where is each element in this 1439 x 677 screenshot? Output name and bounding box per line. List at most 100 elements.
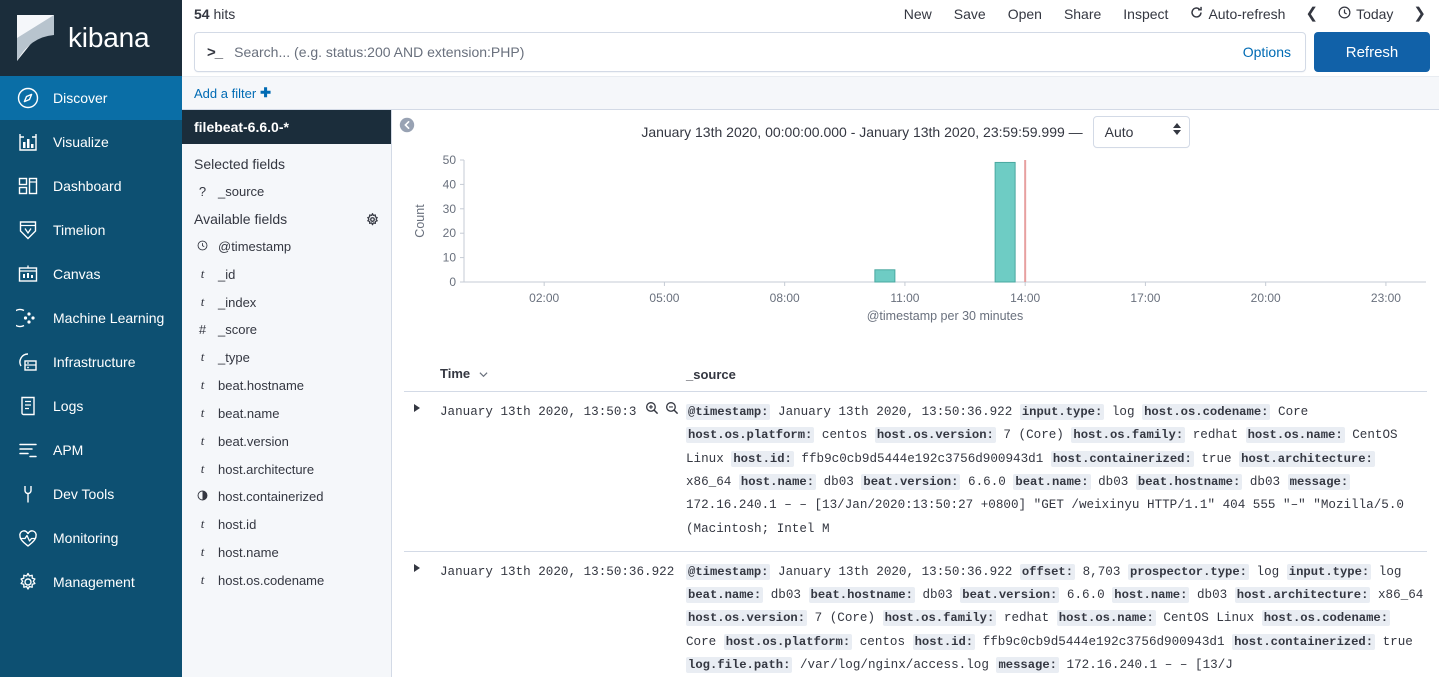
logs-icon: [16, 394, 40, 418]
sidebar-item-canvas[interactable]: Canvas: [0, 252, 182, 296]
zoom-out-icon[interactable]: [665, 401, 679, 415]
field-type-boolean-icon: [196, 489, 209, 504]
source-field-key: host.os.platform:: [686, 427, 815, 444]
field-item-index[interactable]: t _index: [182, 288, 391, 316]
plus-icon: ✚: [260, 85, 272, 100]
options-button[interactable]: Options: [1235, 44, 1299, 60]
field-item-timestamp[interactable]: @timestamp: [182, 233, 391, 260]
field-item-host-containerized[interactable]: host.containerized: [182, 483, 391, 510]
add-filter-button[interactable]: Add a filter ✚: [194, 85, 271, 101]
sidebar-item-management[interactable]: Management: [0, 560, 182, 604]
histogram-bar[interactable]: [994, 161, 1016, 283]
sidebar-item-monitoring[interactable]: Monitoring: [0, 516, 182, 560]
field-item-host-id[interactable]: t host.id: [182, 510, 391, 538]
sidebar-item-discover[interactable]: Discover: [0, 76, 182, 120]
cell-source: @timestamp: January 13th 2020, 13:50:36.…: [680, 551, 1427, 677]
top-menu-new[interactable]: New: [893, 0, 943, 28]
field-type-string-icon: t: [200, 349, 205, 364]
sidebar-item-timelion[interactable]: Timelion: [0, 208, 182, 252]
source-field-key: host.name:: [738, 473, 817, 490]
field-item-score[interactable]: # _score: [182, 316, 391, 343]
kibana-app: kibana Discover Visualize Dashboard Time…: [0, 0, 1439, 677]
source-field-key: host.os.platform:: [723, 633, 853, 650]
field-type-date-icon: [196, 239, 209, 254]
field-list-scroll[interactable]: Selected fields ? _source Available fiel…: [182, 144, 391, 677]
source-summary: @timestamp: January 13th 2020, 13:50:36.…: [686, 563, 1423, 674]
collapse-left-icon[interactable]: [399, 117, 415, 133]
field-item-type[interactable]: t _type: [182, 343, 391, 371]
filter-bar: Add a filter ✚: [182, 76, 1439, 110]
sidebar-item-logs[interactable]: Logs: [0, 384, 182, 428]
caret-right-icon[interactable]: [414, 404, 420, 413]
source-field-key: host.id:: [731, 450, 794, 467]
histogram-bar[interactable]: [874, 269, 896, 283]
time-next-button[interactable]: ❯: [1404, 0, 1435, 28]
column-header-source[interactable]: _source: [680, 358, 1427, 393]
svg-text:17:00: 17:00: [1130, 291, 1160, 305]
search-box[interactable]: >_ Options: [194, 32, 1306, 72]
field-item-id[interactable]: t _id: [182, 260, 391, 288]
source-field-key: beat.hostname:: [1135, 473, 1243, 490]
caret-down-icon[interactable]: [479, 367, 488, 382]
source-field-key: input.type:: [1286, 563, 1372, 580]
time-picker-button[interactable]: Today: [1327, 0, 1404, 28]
dashboard-icon: [16, 174, 40, 198]
field-type-string-icon: t: [200, 266, 205, 281]
table-row[interactable]: January 13th 2020, 13:50:3 @timestamp: J…: [404, 391, 1427, 552]
top-menu-auto-refresh[interactable]: Auto-refresh: [1179, 0, 1296, 28]
source-field-value: Core: [686, 634, 724, 649]
field-item-beat-hostname[interactable]: t beat.hostname: [182, 371, 391, 399]
sidebar-item-dashboard[interactable]: Dashboard: [0, 164, 182, 208]
source-field-value: ffb9c0cb9d5444e192c3756d900943d1: [975, 634, 1233, 649]
sidebar-item-machine-learning[interactable]: Machine Learning: [0, 296, 182, 340]
zoom-in-icon[interactable]: [645, 401, 659, 415]
sidebar-item-apm[interactable]: APM: [0, 428, 182, 472]
field-type-unknown-icon: ?: [198, 184, 207, 199]
source-field-key: host.os.name:: [1245, 427, 1345, 444]
discover-main: January 13th 2020, 00:00:00.000 - Januar…: [392, 110, 1439, 677]
field-name: _source: [218, 184, 265, 199]
field-item-beat-version[interactable]: t beat.version: [182, 427, 391, 455]
svg-text:30: 30: [443, 202, 457, 216]
source-field-key: input.type:: [1019, 404, 1105, 421]
time-prev-button[interactable]: ❮: [1296, 0, 1327, 28]
histogram-chart[interactable]: 0 10 20 30 40 50 02:00 05:00 08:00 11:00 14:00 17:…: [392, 148, 1439, 358]
column-header-label: Time: [440, 366, 471, 381]
source-field-key: message:: [996, 657, 1059, 674]
top-menu-inspect[interactable]: Inspect: [1112, 0, 1179, 28]
index-pattern-selector[interactable]: filebeat-6.6.0-*: [182, 110, 391, 144]
interval-select[interactable]: Auto: [1092, 116, 1190, 148]
svg-text:Count: Count: [413, 204, 427, 238]
top-bar: 54 hits New Save Open Share Inspect Auto…: [182, 0, 1439, 28]
top-menu-open[interactable]: Open: [997, 0, 1053, 28]
field-item-source[interactable]: ? _source: [182, 178, 391, 205]
source-field-key: beat.hostname:: [808, 587, 915, 604]
table-row[interactable]: January 13th 2020, 13:50:36.922 @timesta…: [404, 551, 1427, 677]
field-name: @timestamp: [218, 239, 292, 254]
selected-fields-label: Selected fields: [194, 156, 286, 172]
field-item-beat-name[interactable]: t beat.name: [182, 399, 391, 427]
field-item-host-architecture[interactable]: t host.architecture: [182, 455, 391, 483]
source-field-key: host.os.codename:: [1142, 404, 1271, 421]
field-item-host-name[interactable]: t host.name: [182, 538, 391, 566]
source-field-key: host.os.family:: [882, 610, 997, 627]
sidebar-item-visualize[interactable]: Visualize: [0, 120, 182, 164]
refresh-button[interactable]: Refresh: [1314, 32, 1430, 72]
sidebar-item-dev-tools[interactable]: Dev Tools: [0, 472, 182, 516]
column-header-time[interactable]: Time: [404, 358, 680, 393]
top-menu-save[interactable]: Save: [943, 0, 997, 28]
cell-time: January 13th 2020, 13:50:3: [404, 391, 680, 552]
source-field-value: redhat: [996, 611, 1057, 626]
top-menu-share[interactable]: Share: [1053, 0, 1112, 28]
field-item-host-os-codename[interactable]: t host.os.codename: [182, 566, 391, 594]
kibana-logo-home-link[interactable]: kibana: [0, 0, 182, 76]
field-sidebar: filebeat-6.6.0-* Selected fields ? _sour…: [182, 110, 392, 677]
source-field-value: Core: [1270, 405, 1309, 420]
search-input[interactable]: [232, 34, 1235, 70]
caret-right-icon[interactable]: [414, 563, 420, 572]
sidebar-item-infrastructure[interactable]: Infrastructure: [0, 340, 182, 384]
sidebar-item-label: Visualize: [53, 134, 109, 150]
timelion-icon: [16, 218, 40, 242]
gear-icon[interactable]: [366, 212, 379, 226]
source-field-value: ffb9c0cb9d5444e192c3756d900943d1: [793, 451, 1051, 466]
